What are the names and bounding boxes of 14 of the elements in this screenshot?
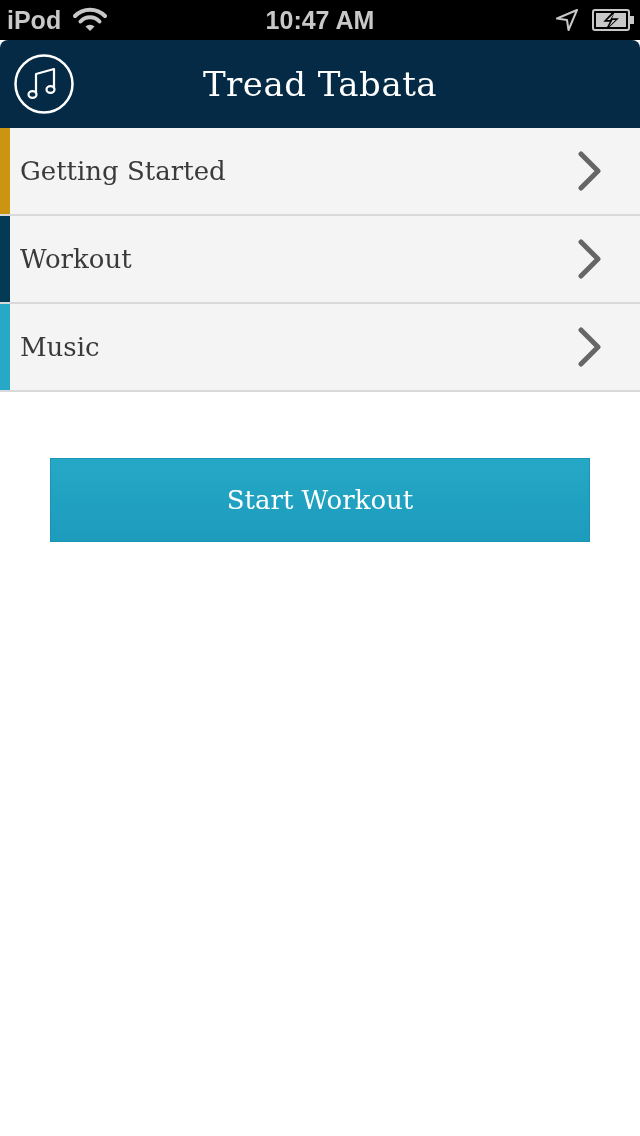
battery-charging-icon [592, 9, 634, 31]
app-title: Tread Tabata [202, 63, 438, 106]
music-button[interactable] [14, 54, 74, 114]
music-note-icon [14, 54, 74, 114]
menu-item[interactable]: Getting Started [0, 128, 640, 216]
menu-item[interactable]: Workout [0, 216, 640, 304]
chevron-right-icon [578, 239, 602, 279]
menu-item[interactable]: Music [0, 304, 640, 392]
location-arrow-icon [556, 9, 578, 31]
chevron-right-icon [578, 327, 602, 367]
wifi-icon [73, 7, 108, 33]
carrier-label: iPod [7, 5, 62, 35]
chevron-right-icon [578, 151, 602, 191]
clock-time: 10:47 AM [265, 5, 375, 35]
